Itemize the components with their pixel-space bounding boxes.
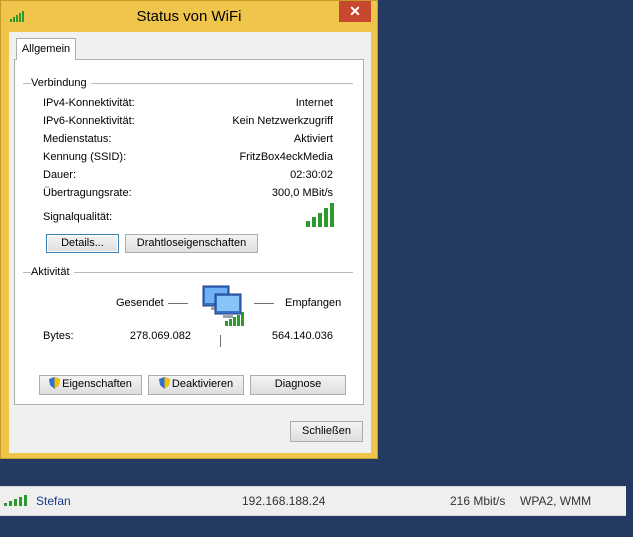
transfer-rate-label: Übertragungsrate: [43,187,132,199]
title-bar[interactable]: Status von WiFi ✕ [1,1,377,31]
network-list-row[interactable]: Stefan 192.168.188.24 216 Mbit/s WPA2, W… [0,486,626,516]
window-title: Status von WiFi [136,8,242,25]
duration-value: 02:30:02 [290,169,333,181]
details-button[interactable]: Details... [46,234,119,253]
network-speed: 216 Mbit/s [450,494,506,508]
deactivate-button-label: Deaktivieren [171,378,234,390]
verbindung-heading: Verbindung [31,77,91,89]
media-status-value: Aktiviert [293,133,333,145]
sent-line [168,303,188,304]
transfer-rate-value: 300,0 MBit/s [271,187,333,199]
status-window: Status von WiFi ✕ Allgemein Verbindung I… [0,0,378,459]
schliessen-button[interactable]: Schließen [290,421,363,442]
network-computers-icon [202,285,244,326]
tab-allgemein[interactable]: Allgemein [16,38,76,60]
wifi-signal-icon [4,495,27,506]
tab-panel: Verbindung IPv4-Konnektivität: Internet … [14,59,364,405]
bytes-separator [220,335,221,347]
sent-label: Gesendet [116,297,164,309]
network-ip: 192.168.188.24 [242,494,326,508]
bytes-received-value: 564.140.036 [271,330,333,342]
media-status-label: Medienstatus: [43,133,112,145]
aktivitaet-heading: Aktivität [31,266,74,278]
ipv6-label: IPv6-Konnektivität: [43,115,135,127]
uac-shield-icon [158,377,170,389]
ipv4-value: Internet [295,97,333,109]
ipv6-value: Kein Netzwerkzugriff [232,115,333,127]
received-line [254,303,274,304]
ssid-label: Kennung (SSID): [43,151,127,163]
uac-shield-icon [49,377,61,389]
bytes-label: Bytes: [43,330,74,342]
diagnose-button[interactable]: Diagnose [250,375,346,395]
wireless-properties-button[interactable]: Drahtloseigenschaften [125,234,258,253]
network-security: WPA2, WMM [520,494,592,508]
duration-label: Dauer: [43,169,77,181]
signal-quality-label: Signalqualität: [43,211,113,223]
received-label: Empfangen [285,297,342,309]
properties-button-label: Eigenschaften [62,378,132,390]
bytes-sent-value: 278.069.082 [129,330,191,342]
deactivate-button[interactable]: Deaktivieren [148,375,244,395]
dialog-client-area: Allgemein Verbindung IPv4-Konnektivität:… [9,32,371,453]
properties-button[interactable]: Eigenschaften [39,375,142,395]
network-name: Stefan [36,494,71,508]
ipv4-label: IPv4-Konnektivität: [43,97,135,109]
ssid-value: FritzBox4eckMedia [239,151,333,163]
signal-strength-icon [306,203,334,227]
close-window-button[interactable]: ✕ [339,1,371,22]
